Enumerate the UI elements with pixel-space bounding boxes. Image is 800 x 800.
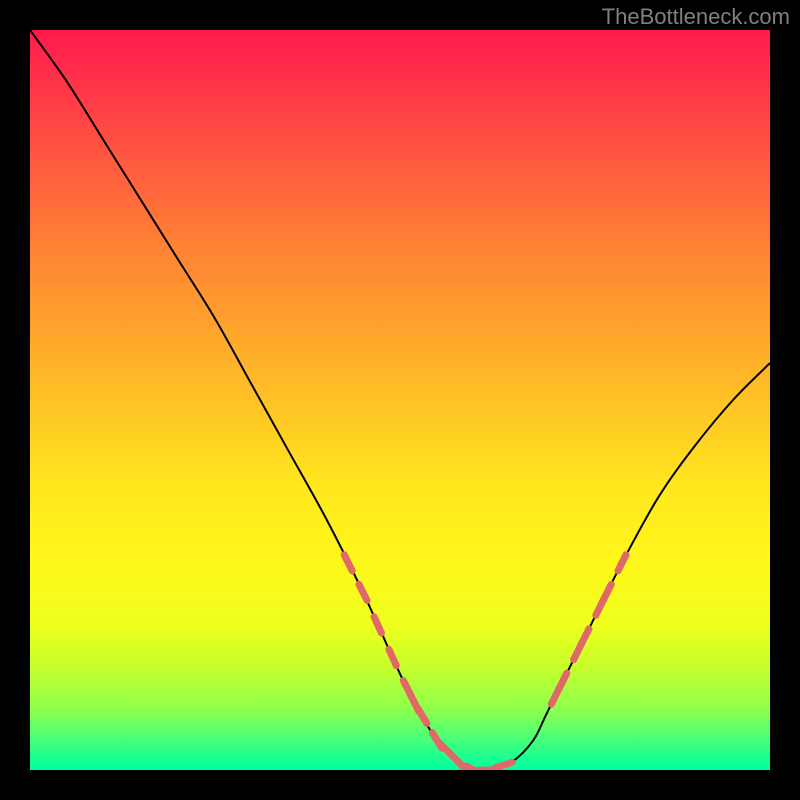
dash-marker — [581, 629, 589, 645]
dash-marker — [559, 673, 567, 689]
dash-marker — [418, 708, 427, 723]
dash-marker — [495, 762, 512, 768]
dash-marker — [603, 584, 611, 600]
dash-marker — [438, 741, 451, 754]
dash-marker — [374, 617, 381, 633]
bottleneck-curve-line — [30, 30, 770, 770]
chart-area — [30, 30, 770, 770]
highlight-dashes — [344, 555, 626, 770]
dash-marker — [618, 555, 626, 571]
dash-marker — [389, 649, 396, 665]
watermark-text: TheBottleneck.com — [602, 4, 790, 30]
bottleneck-chart — [30, 30, 770, 770]
dash-marker — [359, 584, 367, 600]
dash-marker — [344, 555, 352, 571]
